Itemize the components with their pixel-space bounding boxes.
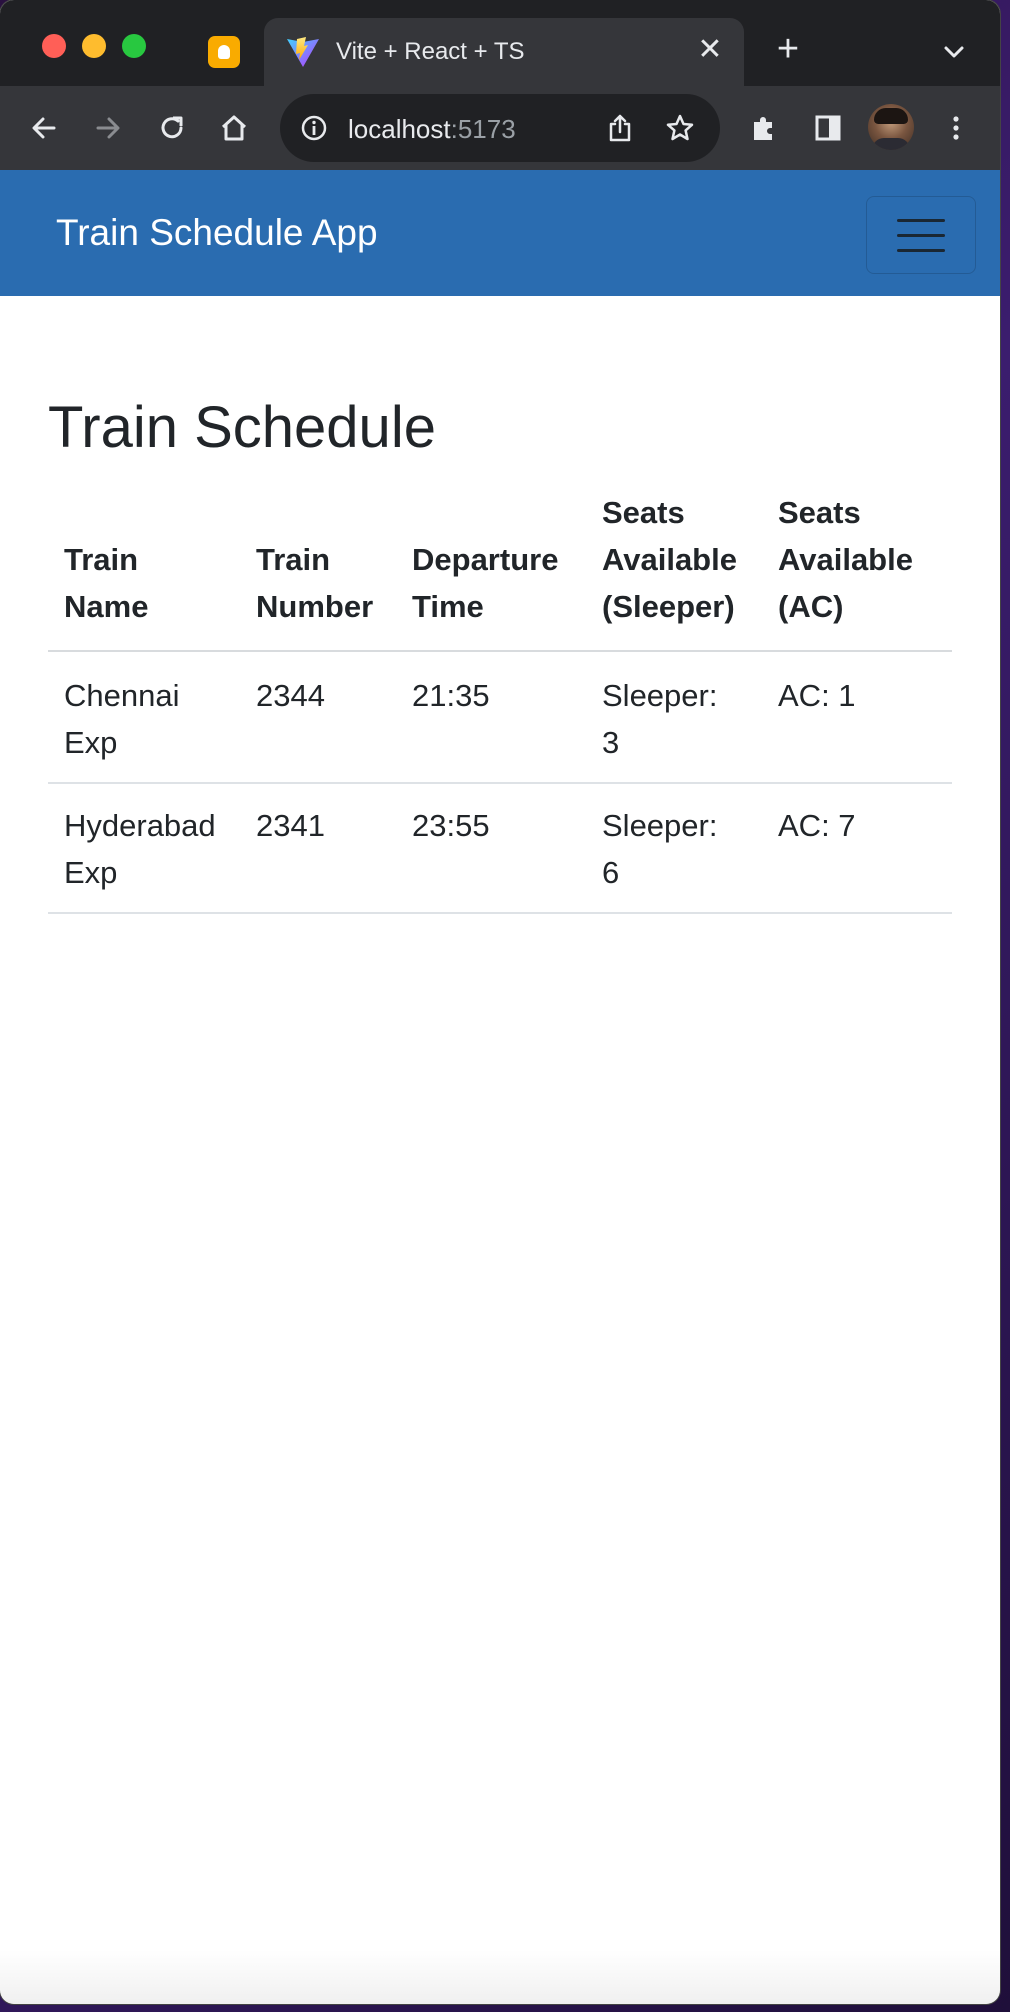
maximize-window-button[interactable] [122,34,146,58]
tab-strip: Vite + React + TS ✕ + [0,0,1000,86]
header-line: Number [256,589,374,624]
back-arrow-icon [32,117,56,139]
cell-train-name: Hyderabad Exp [64,802,244,896]
cell-line: 3 [602,725,620,760]
table-row: Hyderabad Exp 2341 23:55 Sleeper: 6 AC: … [48,784,952,914]
navbar-toggler-button[interactable] [866,196,976,274]
cell-seats-ac: AC: 1 [778,678,856,713]
cell-line: Sleeper: [602,678,718,713]
puzzle-icon [754,117,772,140]
side-panel-button[interactable] [802,102,854,154]
tab-title: Vite + React + TS [336,38,525,65]
header-train-name: Train Name [64,536,244,630]
hamburger-bar [897,234,945,237]
cell-departure-time: 23:55 [412,808,490,843]
header-line: Seats [602,495,685,530]
browser-toolbar: localhost:5173 [0,86,1000,170]
page-title: Train Schedule [48,395,436,460]
kebab-menu-icon [953,116,959,140]
cell-train-name: Chennai Exp [64,672,244,766]
header-line: Available [778,542,913,577]
cell-line: Chennai [64,678,180,713]
star-icon[interactable] [664,112,696,144]
url-port: :5173 [450,114,516,144]
browser-menu-button[interactable] [930,102,982,154]
header-line: Time [412,589,484,624]
header-departure-time: Departure Time [412,536,592,630]
home-button[interactable] [208,102,260,154]
url-text: localhost:5173 [348,114,516,145]
header-line: (Sleeper) [602,589,735,624]
header-line: Departure [412,542,559,577]
forward-arrow-icon [96,117,120,139]
header-line: Train [256,542,331,577]
header-line: Name [64,589,149,624]
vite-logo-icon [287,37,319,67]
close-icon[interactable]: ✕ [692,32,728,68]
avatar[interactable] [868,104,914,150]
reload-icon [161,116,183,139]
table-header-row: Train Name Train Number Departure Time S… [48,488,952,652]
share-icon[interactable] [604,112,636,144]
pinned-tab[interactable] [208,36,240,68]
header-line: (AC) [778,589,844,624]
header-line: Available [602,542,737,577]
header-line: Train [64,542,139,577]
side-panel-icon [815,115,841,141]
home-icon [221,115,247,141]
hamburger-bar [897,249,945,252]
cell-train-number: 2344 [256,678,325,713]
cell-line: Sleeper: [602,808,718,843]
avatar-hair [874,108,908,124]
extensions-button[interactable] [738,102,790,154]
lightbulb-icon [218,45,230,59]
table-row: Chennai Exp 2344 21:35 Sleeper: 3 AC: 1 [48,654,952,784]
minimize-window-button[interactable] [82,34,106,58]
tab-active[interactable]: Vite + React + TS ✕ [264,18,744,86]
navbar-brand[interactable]: Train Schedule App [56,212,378,254]
forward-button[interactable] [82,102,134,154]
address-bar[interactable]: localhost:5173 [280,94,720,162]
cell-train-number: 2341 [256,808,325,843]
reload-button[interactable] [146,102,198,154]
new-tab-button[interactable]: + [770,30,806,68]
cell-line: Hyderabad [64,808,216,843]
avatar-shirt [872,138,910,150]
header-line: Seats [778,495,861,530]
cell-seats-ac: AC: 7 [778,808,856,843]
info-icon[interactable] [300,114,328,142]
cell-line: Exp [64,725,118,760]
chevron-down-icon[interactable] [938,36,970,68]
bottom-shade [0,1950,1000,2004]
cell-departure-time: 21:35 [412,678,490,713]
browser-window: Vite + React + TS ✕ + localhost:5173 Tra… [0,0,1000,2004]
header-seats-ac: Seats Available (AC) [778,489,938,630]
back-button[interactable] [18,102,70,154]
hamburger-bar [897,219,945,222]
header-seats-sleeper: Seats Available (Sleeper) [602,489,762,630]
header-train-number: Train Number [256,536,406,630]
cell-seats-sleeper: Sleeper: 3 [602,672,762,766]
cell-seats-sleeper: Sleeper: 6 [602,802,762,896]
url-host: localhost [348,114,451,144]
cell-line: 6 [602,855,620,890]
close-window-button[interactable] [42,34,66,58]
cell-line: Exp [64,855,118,890]
app-navbar: Train Schedule App [0,170,1000,296]
